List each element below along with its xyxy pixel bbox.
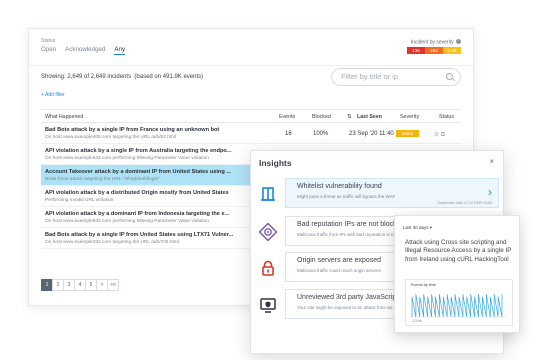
row-subtitle: On host www.example632.com performing Mi… [45,156,209,161]
sort-icon[interactable]: ⇅ [347,114,351,120]
range-select[interactable]: Last 30 days ▾ [403,225,432,231]
insight-sub: Might pose a threat as traffic will bypa… [297,194,396,199]
table-header: What Happened Events Blocked ⇅ Last Seen… [41,109,461,123]
chevron-right-icon[interactable]: › [488,185,492,199]
add-filter-link[interactable]: + Add filter [41,92,65,98]
insight-heading: Unreviewed 3rd party JavaScript s... [297,294,410,301]
col-events[interactable]: Events [279,114,295,120]
row-events: 16 [285,131,292,137]
table-row[interactable]: Bad Bots attack by a single IP from Fran… [41,123,461,144]
last-page[interactable]: >> [107,279,119,291]
col-last-seen[interactable]: Last Seen [357,114,382,120]
row-subtitle: On host www.example332.com targeting the… [45,240,179,245]
row-title: API violation attack by a single IP from… [45,148,232,154]
range-label: Last 30 days [403,225,429,230]
status-icons[interactable]: ⊘ ⧉ [434,131,445,139]
chevron-down-icon: ▾ [429,225,433,230]
col-blocked[interactable]: Blocked [312,114,331,120]
row-last-seen: 23 Sep '20 11:40 [349,131,394,137]
pagination: 1 2 3 4 5 > >> [41,279,119,291]
col-severity[interactable]: Severity [400,114,419,120]
row-subtitle: On host www.example405.com targeting the… [45,135,177,140]
col-what[interactable]: What Happened [45,114,83,120]
status-label: Status [41,38,56,44]
col-status[interactable]: Status [439,114,454,120]
severity-label: Incident by severity [411,39,461,46]
insight-date: September 16th 17:34 GMT+0180 [437,201,492,205]
incident-description: Attack using Cross site scripting and Il… [405,239,512,263]
events-chart-svg: 12 Feb [410,294,506,323]
insight-heading: Origin servers are exposed [297,257,382,264]
row-title: API violation attack by a dominant IP fr… [45,211,230,217]
severity-label-text: Incident by severity [410,39,454,46]
insight-sub: Malicious traffic could reach origin ser… [297,268,381,273]
tab-acknowledged[interactable]: Acknowledged [65,46,105,55]
insights-title: Insights [259,158,292,168]
row-subtitle: Brute force attack targeting the URL "/s… [45,177,160,182]
target-icon [258,222,278,242]
close-icon[interactable]: × [489,157,494,166]
row-blocked: 100% [313,131,329,137]
tab-open[interactable]: Open [41,46,56,55]
row-subtitle: Performing Invalid URL violation [45,198,114,203]
search-icon [446,73,453,80]
row-subtitle: On host www.example632.com performing Mi… [45,219,209,224]
severity-badge: Minor [396,130,420,137]
events-chart: Events by time 12 Feb [405,279,513,326]
severity-critical[interactable]: 136 [407,47,425,54]
building-icon [258,185,278,203]
row-title: Bad Bots attack by a single IP from Unit… [45,232,234,238]
status-tabs: Open Acknowledged Any [41,46,126,55]
tab-any[interactable]: Any [114,46,126,55]
incident-detail-panel: Last 30 days ▾ Attack using Cross site s… [394,215,520,333]
insight-card-whitelist[interactable]: Whitelist vulnerability found Might pose… [261,178,499,208]
lock-icon [258,259,278,277]
insight-heading: Bad reputation IPs are not blocked [297,221,405,228]
incident-count: Showing: 2,649 of 2,649 incidents (based… [41,74,203,80]
events-note: (based on 491.9K events) [134,74,204,80]
incident-count-text: Showing: 2,649 of 2,649 incidents [41,74,132,80]
chart-series-line [411,294,503,318]
row-title: Bad Bots attack by a single IP from Fran… [45,127,220,133]
row-severity: Minor [396,130,420,137]
shield-monitor-icon [258,296,278,314]
insight-sub: Your site might be exposed to an attack … [297,305,396,310]
x-tick-label: 12 Feb [412,319,422,323]
row-title: Account Takeover attack by a dominant IP… [45,169,231,175]
row-title: API violation attack by a distributed Or… [45,190,229,196]
filter-placeholder: Filter by title or ip [341,72,399,81]
severity-bars: 136 493 2.6K [407,47,461,54]
severity-major[interactable]: 493 [425,47,443,54]
divider [29,65,473,66]
filter-input[interactable]: Filter by title or ip [331,68,461,86]
insight-heading: Whitelist vulnerability found [297,183,382,190]
severity-minor[interactable]: 2.6K [443,47,461,54]
help-icon[interactable] [456,39,461,44]
